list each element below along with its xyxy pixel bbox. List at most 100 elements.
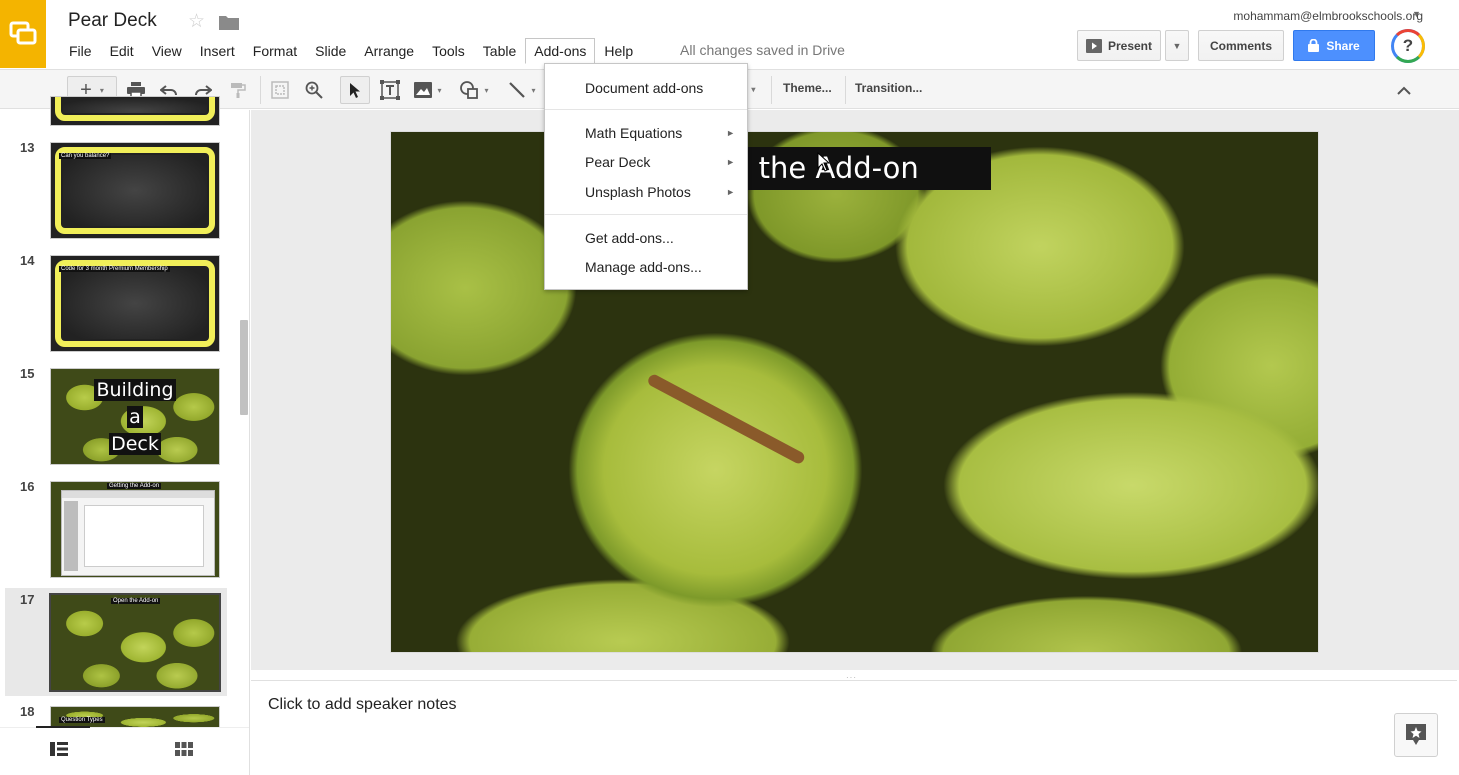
slide-title-textbox[interactable]: Open the Add-on: [736, 147, 991, 190]
thumb-frame: [55, 260, 215, 347]
transition-button[interactable]: Transition...: [855, 81, 922, 95]
filmstrip-scrollbar[interactable]: [240, 320, 248, 415]
thumb-title: Question Types: [59, 717, 105, 723]
menu-edit[interactable]: Edit: [101, 38, 143, 64]
zoom-fit-icon[interactable]: [268, 76, 292, 104]
help-glyph: ?: [1402, 36, 1414, 55]
collapse-chevron-up-icon[interactable]: [1392, 76, 1416, 104]
present-options-chevron-icon[interactable]: ▼: [1165, 30, 1189, 61]
menu-format[interactable]: Format: [244, 38, 306, 64]
submenu-arrow-icon: ►: [726, 157, 735, 167]
grid-view-icon[interactable]: [175, 742, 193, 761]
menu-arrange[interactable]: Arrange: [355, 38, 423, 64]
slide-thumbnail-16[interactable]: Getting the Add-on: [50, 481, 220, 578]
menu-item-label: Unsplash Photos: [585, 184, 691, 200]
menu-item-label: Pear Deck: [585, 154, 651, 170]
thumb-title: Building a Deck: [51, 377, 219, 458]
menu-view[interactable]: View: [143, 38, 191, 64]
text-box-icon[interactable]: [378, 76, 402, 104]
menu-addons[interactable]: Add-ons: [525, 38, 596, 64]
menu-slide[interactable]: Slide: [306, 38, 355, 64]
help-icon[interactable]: ?: [1391, 29, 1425, 63]
comments-button[interactable]: Comments: [1198, 30, 1284, 61]
slide-thumbnail-12[interactable]: [50, 96, 220, 126]
toolbar-separator: [771, 76, 772, 104]
menu-insert[interactable]: Insert: [191, 38, 244, 64]
submenu-arrow-icon: ►: [726, 187, 735, 197]
toolbar-separator: [845, 76, 846, 104]
slide-number: 18: [20, 704, 35, 719]
thumb-title-line: a: [127, 406, 143, 428]
thumb-screenshot-sidebar: [64, 501, 78, 571]
slide-canvas[interactable]: Open the Add-on: [390, 131, 1319, 653]
paint-format-icon[interactable]: [226, 76, 250, 104]
menu-file[interactable]: File: [60, 38, 101, 64]
thumb-screenshot-bar: [62, 491, 214, 498]
slide-number: 15: [20, 366, 35, 381]
thumb-frame: [55, 147, 215, 234]
slides-logo-icon[interactable]: [0, 0, 46, 68]
thumb-title: Can you balance?: [59, 153, 112, 159]
thumb-frame: [55, 97, 215, 121]
slide-thumbnail-13[interactable]: Can you balance?: [50, 142, 220, 239]
addons-dropdown-menu: Document add-ons Math Equations ► Pear D…: [544, 63, 748, 290]
menu-tools[interactable]: Tools: [423, 38, 474, 64]
menu-item-label: Math Equations: [585, 125, 683, 141]
list-view-icon[interactable]: [50, 742, 68, 761]
thumb-title-line: Building: [94, 379, 176, 401]
document-title[interactable]: Pear Deck: [68, 10, 157, 32]
zoom-icon[interactable]: [302, 76, 326, 104]
filmstrip-view-controls: [0, 726, 249, 775]
thumb-title: Code for 3 month Premium Membership: [59, 266, 170, 272]
folder-icon[interactable]: [219, 14, 239, 35]
slide-filmstrip: 13 Can you balance? 14 Code for 3 month …: [0, 96, 250, 775]
share-button[interactable]: Share: [1293, 30, 1375, 61]
explore-button[interactable]: [1394, 713, 1438, 757]
menu-item-unsplash-photos[interactable]: Unsplash Photos ►: [545, 178, 747, 206]
thumb-title: Getting the Add-on: [107, 483, 162, 489]
menu-separator: [545, 109, 747, 110]
present-label: Present: [1107, 38, 1153, 53]
chevron-down-icon: ▾: [437, 85, 442, 95]
save-status[interactable]: All changes saved in Drive: [680, 42, 845, 58]
pears-background-image[interactable]: [391, 132, 1318, 652]
slide-number: 17: [20, 592, 35, 607]
slide-thumbnail-14[interactable]: Code for 3 month Premium Membership: [50, 255, 220, 352]
account-chevron-down-icon[interactable]: ▼: [1412, 9, 1421, 19]
slide-number: 13: [20, 140, 35, 155]
submenu-arrow-icon: ►: [726, 128, 735, 138]
menu-item-document-addons[interactable]: Document add-ons: [545, 74, 747, 102]
lock-icon: [1308, 39, 1320, 52]
menu-help[interactable]: Help: [595, 38, 642, 64]
toolbar-separator: [260, 76, 261, 104]
star-icon[interactable]: ☆: [188, 10, 205, 33]
active-view-indicator: [36, 726, 90, 728]
mouse-cursor-icon: [817, 151, 831, 177]
slides-app: Pear Deck ☆ File Edit View Insert Format…: [0, 0, 1459, 775]
thumb-screenshot-canvas: [84, 505, 204, 567]
speaker-notes-panel[interactable]: [251, 680, 1457, 775]
present-play-icon: [1085, 38, 1102, 53]
shape-icon[interactable]: ▾: [455, 76, 493, 104]
slide-thumbnail-15[interactable]: Building a Deck: [50, 368, 220, 465]
slide-number: 14: [20, 253, 35, 268]
share-label: Share: [1326, 38, 1360, 53]
menu-table[interactable]: Table: [474, 38, 525, 64]
chevron-down-icon: ▾: [751, 85, 756, 94]
menu-bar: File Edit View Insert Format Slide Arran…: [60, 38, 642, 64]
image-icon[interactable]: ▾: [410, 76, 446, 104]
menu-item-math-equations[interactable]: Math Equations ►: [545, 119, 747, 147]
thumb-title: Open the Add-on: [111, 598, 161, 604]
select-cursor-icon[interactable]: [340, 76, 370, 104]
speaker-notes-placeholder[interactable]: Click to add speaker notes: [268, 696, 457, 714]
slide-thumbnail-17[interactable]: Open the Add-on: [49, 593, 221, 692]
present-button[interactable]: Present: [1077, 30, 1161, 61]
line-icon[interactable]: ▾: [502, 76, 542, 104]
menu-item-get-addons[interactable]: Get add-ons...: [545, 224, 747, 252]
chevron-down-icon: ▾: [531, 85, 536, 95]
menu-item-pear-deck[interactable]: Pear Deck ►: [545, 148, 747, 176]
menu-item-manage-addons[interactable]: Manage add-ons...: [545, 253, 747, 281]
account-email[interactable]: mohammam@elmbrookschools.org: [1233, 9, 1423, 23]
theme-button[interactable]: Theme...: [783, 81, 832, 95]
chevron-down-icon: ▾: [484, 85, 489, 95]
